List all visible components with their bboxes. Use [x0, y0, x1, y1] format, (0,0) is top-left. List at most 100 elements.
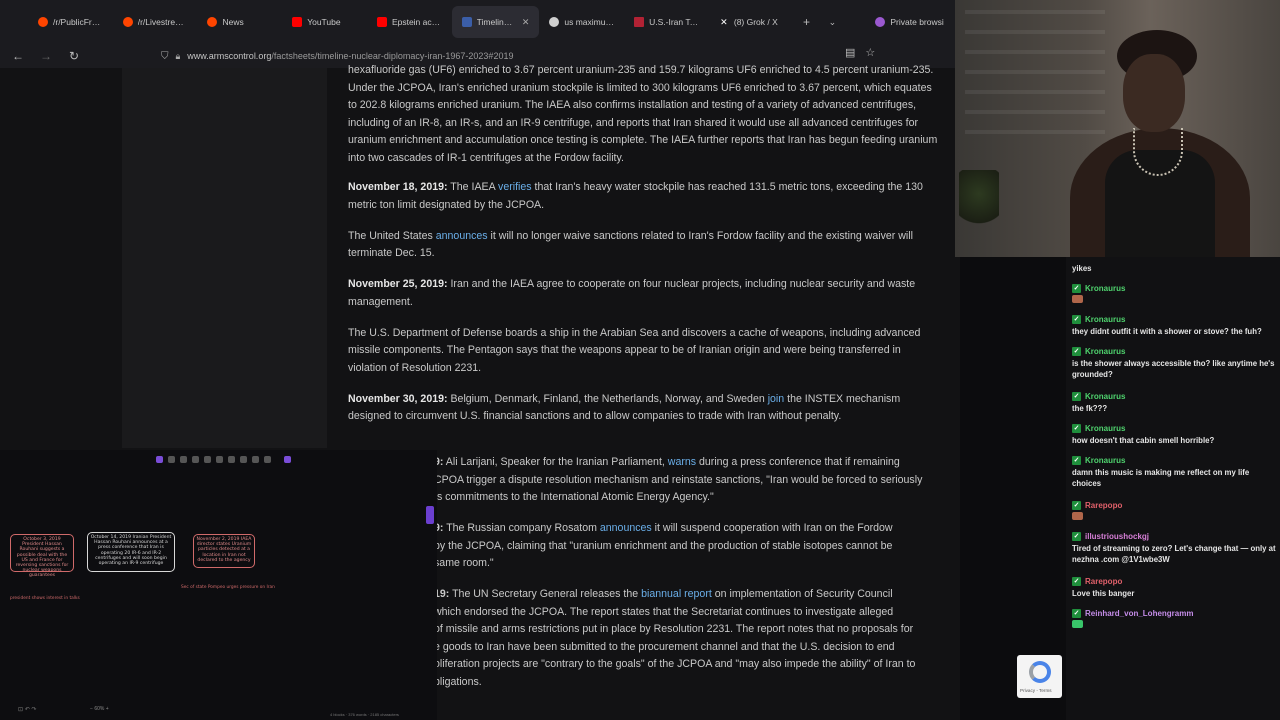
timeline-note-2[interactable]: October 14, 2019 Iranian President Hassa… [87, 532, 175, 572]
chat-emote [1072, 512, 1278, 523]
tab-strip: /r/PublicFreakout /r/LivestreamFail News… [0, 0, 960, 44]
eraser-tool-icon[interactable] [264, 456, 271, 463]
chat-username[interactable]: ✓ Kronaurus [1072, 314, 1278, 325]
window-blind [965, 50, 1105, 54]
rectangle-tool-icon[interactable] [168, 456, 175, 463]
chat-emote [1072, 620, 1278, 631]
emote-icon [1072, 512, 1083, 520]
whiteboard-toolbar [156, 456, 291, 463]
rosatom-announces-link[interactable]: announces [600, 522, 652, 534]
mod-badge-icon: ✓ [1072, 609, 1081, 618]
warns-link[interactable]: warns [668, 456, 696, 468]
window-blind [965, 130, 1105, 134]
arrow-tool-icon[interactable] [204, 456, 211, 463]
tab-2[interactable]: News [197, 6, 282, 38]
chevron-down-icon[interactable]: ⌄ [819, 17, 845, 28]
reload-icon[interactable]: ↻ [62, 49, 86, 63]
image-tool-icon[interactable] [252, 456, 259, 463]
tab-6[interactable]: us maximum pr [539, 6, 624, 38]
sidebar-handle[interactable] [426, 506, 434, 524]
tab-4[interactable]: Epstein accuser [367, 6, 452, 38]
chat-username[interactable]: ✓ Rarepopo [1072, 576, 1278, 587]
tab-0[interactable]: /r/PublicFreakout [28, 6, 113, 38]
zoom-minus[interactable]: − [90, 706, 93, 712]
paragraph-0: hexafluoride gas (UF6) enriched to 3.67 … [348, 64, 938, 164]
new-tab-button[interactable]: + [794, 15, 820, 29]
mod-badge-icon: ✓ [1072, 284, 1081, 293]
mod-badge-icon: ✓ [1072, 577, 1081, 586]
back-arrow-icon[interactable]: ← [6, 49, 30, 63]
paragraph-2: The United States announces it will no l… [348, 229, 913, 260]
verifies-link[interactable]: verifies [498, 181, 532, 193]
forward-arrow-icon[interactable]: → [34, 49, 58, 63]
chat-username[interactable]: ✓ Kronaurus [1072, 391, 1278, 402]
chat-username[interactable]: ✓ Kronaurus [1072, 455, 1278, 466]
join-link[interactable]: join [768, 393, 785, 405]
chat-username[interactable]: ✓ Kronaurus [1072, 283, 1278, 294]
chat-username[interactable]: ✓ Kronaurus [1072, 346, 1278, 357]
paragraph-7: 9: The Russian company Rosatom announces… [434, 522, 893, 569]
recaptcha-links[interactable]: Privacy - Terms [1020, 688, 1052, 693]
window-blind [965, 90, 1105, 94]
whiteboard-overlay: October 3, 2019 President Hassan Rouhani… [0, 450, 437, 720]
select-tool-icon[interactable] [156, 456, 163, 463]
chat-username[interactable]: ✓ Reinhard_von_Lohengramm [1072, 608, 1278, 619]
url-domain: www.armscontrol.org [187, 51, 272, 61]
ellipse-tool-icon[interactable] [192, 456, 199, 463]
chat-message: Love this banger [1072, 589, 1135, 598]
mod-badge-icon: ✓ [1072, 424, 1081, 433]
note-caption-1: president shows interest in talks [10, 596, 80, 601]
tab-8[interactable]: ✕ (8) Grok / X [709, 6, 794, 38]
window-blind [965, 30, 1105, 34]
diamond-tool-icon[interactable] [180, 456, 187, 463]
shield-icon[interactable]: ⛉ [161, 51, 169, 62]
bookmark-star-icon[interactable]: ☆ [865, 46, 875, 59]
url-path: /factsheets/timeline-nuclear-diplomacy-i… [271, 51, 514, 61]
tab-3[interactable]: YouTube [282, 6, 367, 38]
more-tools-icon[interactable] [284, 456, 291, 463]
chat-message: is the shower always accessible tho? lik… [1072, 359, 1275, 379]
aca-icon [461, 17, 472, 27]
board-undo-icon[interactable]: ⊡ ↶ ↷ [18, 706, 36, 713]
tab-5[interactable]: Timeline of N✕ [451, 6, 540, 38]
chat-username[interactable]: ✓ Kronaurus [1072, 423, 1278, 434]
reddit-icon [38, 17, 48, 27]
reader-view-icon[interactable]: ▤ [845, 46, 855, 59]
private-browsing-label: Private browsi [865, 6, 960, 38]
article-covered: 9: Ali Larijani, Speaker for the Iranian… [434, 454, 944, 691]
reddit-icon [122, 17, 133, 27]
mod-badge-icon: ✓ [1072, 501, 1081, 510]
chat-username[interactable]: ✓ Rarepopo [1072, 500, 1278, 511]
mod-badge-icon: ✓ [1072, 456, 1081, 465]
zoom-level[interactable]: − 60% + [90, 706, 109, 712]
announces-link[interactable]: announces [436, 230, 488, 242]
tab-1[interactable]: /r/LivestreamFail [113, 6, 198, 38]
left-column [122, 68, 327, 448]
article-body: hexafluoride gas (UF6) enriched to 3.67 … [348, 62, 938, 439]
google-icon [549, 17, 560, 27]
timeline-note-3[interactable]: November 2, 2019 IAEA director states Ur… [193, 534, 255, 568]
board-stats: 4 blocks · 376 words · 2185 characters [330, 712, 399, 717]
mod-badge-icon: ✓ [1072, 532, 1081, 541]
plant [959, 170, 999, 230]
tab-7[interactable]: U.S.-Iran Tensio [624, 6, 709, 38]
mod-badge-icon: ✓ [1072, 315, 1081, 324]
biannual-report-link[interactable]: biannual report [641, 588, 712, 600]
text-tool-icon[interactable] [240, 456, 247, 463]
close-icon[interactable]: ✕ [522, 17, 530, 28]
paragraph-8: 19: The UN Secretary General releases th… [434, 588, 916, 688]
paragraph-1: November 18, 2019: The IAEA verifies tha… [348, 181, 923, 211]
chat-emote [1072, 295, 1278, 306]
timeline-note-1[interactable]: October 3, 2019 President Hassan Rouhani… [10, 534, 74, 578]
url-actions: ▤ ☆ [845, 46, 875, 59]
chat-message: how doesn't that cabin smell horrible? [1072, 436, 1215, 445]
chat-username[interactable]: ✓ illustrioushockgj [1072, 531, 1278, 542]
flag-icon [634, 17, 645, 27]
recaptcha-badge[interactable]: Privacy - Terms [1017, 655, 1062, 698]
lock-icon: 🔒︎ [175, 50, 181, 61]
pencil-tool-icon[interactable] [228, 456, 235, 463]
paragraph-3: November 25, 2019: Iran and the IAEA agr… [348, 278, 916, 308]
window-blind [965, 70, 1105, 74]
zoom-plus[interactable]: + [106, 706, 109, 712]
line-tool-icon[interactable] [216, 456, 223, 463]
